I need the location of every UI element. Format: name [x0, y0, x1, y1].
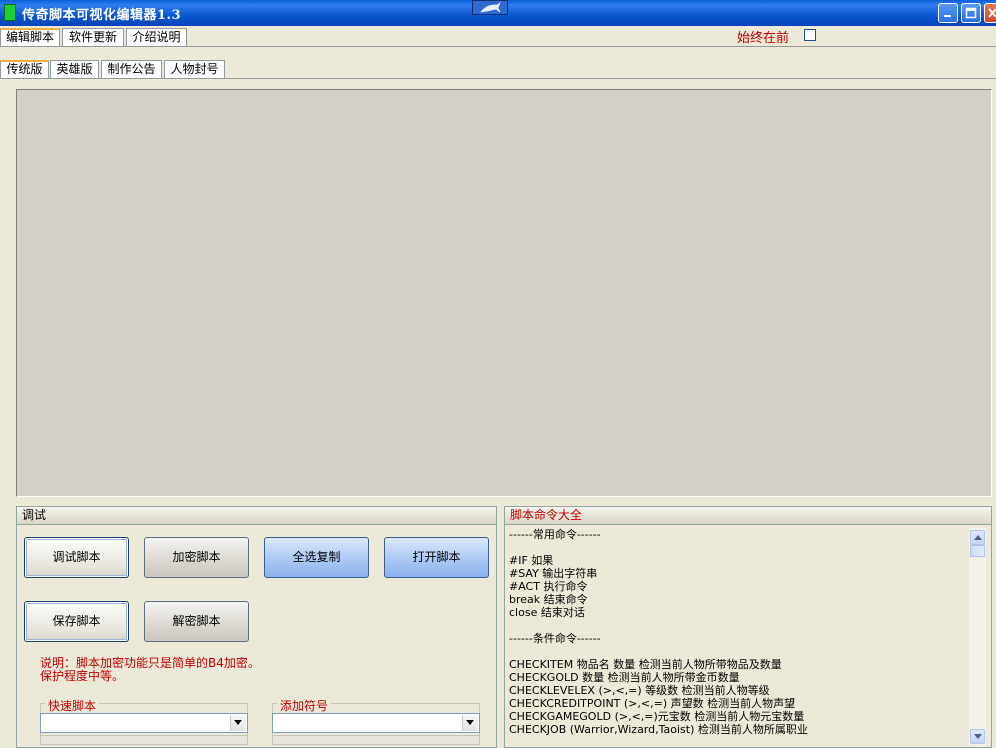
command-line [509, 645, 969, 658]
command-line: CHECKJOB (Warrior,Wizard,Taoist) 检测当前人物所… [509, 723, 808, 736]
command-line: #SAY 输出字符串 [509, 567, 598, 580]
command-line: ------条件命令------ [509, 632, 601, 645]
scroll-down-arrow-icon[interactable] [970, 729, 985, 744]
encryption-note-line2: 保护程度中等。 [40, 669, 125, 683]
quick-script-select[interactable] [40, 713, 248, 733]
command-line: #ACT 执行命令 [509, 580, 588, 593]
always-on-top-checkbox[interactable] [804, 29, 816, 41]
app-icon [4, 4, 16, 21]
tab-edit-script[interactable]: 编辑脚本 [0, 28, 60, 46]
maximize-button[interactable] [961, 3, 981, 23]
minimize-button[interactable] [938, 3, 958, 23]
command-line: close 结束对话 [509, 606, 585, 619]
close-button[interactable] [984, 3, 996, 23]
scroll-up-arrow-icon[interactable] [970, 530, 985, 545]
command-line: CHECKGAMEGOLD (>,<,=)元宝数 检测当前人物元宝数量 [509, 710, 805, 723]
commands-text-area[interactable]: ------常用命令------ #IF 如果 #SAY 输出字符串 #ACT 执行… [509, 528, 969, 744]
open-script-button[interactable]: 打开脚本 [384, 537, 489, 578]
add-symbol-list-stub [272, 735, 480, 745]
command-line: #IF 如果 [509, 554, 554, 567]
quick-script-list-stub [40, 735, 248, 745]
chevron-down-icon[interactable] [230, 715, 246, 731]
command-line: CHECKLEVELEX (>,<,=) 等级数 检测当前人物等级 [509, 684, 770, 697]
tab-software-update[interactable]: 软件更新 [62, 28, 124, 46]
window-title: 传奇脚本可视化编辑器1.3 [22, 8, 182, 23]
command-line: ------常用命令------ [509, 528, 601, 541]
tab-hero[interactable]: 英雄版 [50, 60, 99, 78]
title-bar[interactable]: 传奇脚本可视化编辑器1.3 [0, 0, 996, 26]
always-on-top-label: 始终在前 [737, 31, 790, 46]
encrypt-script-button[interactable]: 加密脚本 [144, 537, 249, 578]
script-canvas[interactable] [16, 89, 992, 497]
tab-traditional[interactable]: 传统版 [0, 60, 49, 78]
debug-panel-title: 调试 [17, 507, 496, 525]
decrypt-script-button[interactable]: 解密脚本 [144, 601, 249, 642]
scroll-thumb[interactable] [970, 545, 985, 557]
encryption-note: 说明：脚本加密功能只是简单的B4加密。 保护程度中等。 [40, 657, 260, 683]
commands-scrollbar[interactable] [969, 528, 986, 746]
add-symbol-label: 添加符号 [277, 697, 332, 714]
fish-icon [472, 0, 508, 15]
command-line [509, 541, 969, 554]
command-line: CHECKITEM 物品名 数量 检测当前人物所带物品及数量 [509, 658, 782, 671]
select-all-copy-button[interactable]: 全选复制 [264, 537, 369, 578]
command-line: break 结束命令 [509, 593, 588, 606]
tab-character-title[interactable]: 人物封号 [164, 60, 225, 78]
sub-tab-divider [0, 78, 996, 79]
command-line: CHECKGOLD 数量 检测当前人物所带金币数量 [509, 671, 740, 684]
tab-introduction[interactable]: 介绍说明 [126, 28, 187, 46]
debug-script-button[interactable]: 调试脚本 [24, 537, 129, 578]
command-line [509, 619, 969, 632]
main-tab-divider [0, 46, 996, 47]
commands-panel-title: 脚本命令大全 [505, 507, 991, 525]
chevron-down-icon[interactable] [462, 715, 478, 731]
command-line: CHECKCREDITPOINT (>,<,=) 声望数 检测当前人物声望 [509, 697, 796, 710]
save-script-button[interactable]: 保存脚本 [24, 601, 129, 642]
tab-announcement[interactable]: 制作公告 [101, 60, 162, 78]
quick-script-label: 快速脚本 [45, 697, 100, 714]
add-symbol-select[interactable] [272, 713, 480, 733]
